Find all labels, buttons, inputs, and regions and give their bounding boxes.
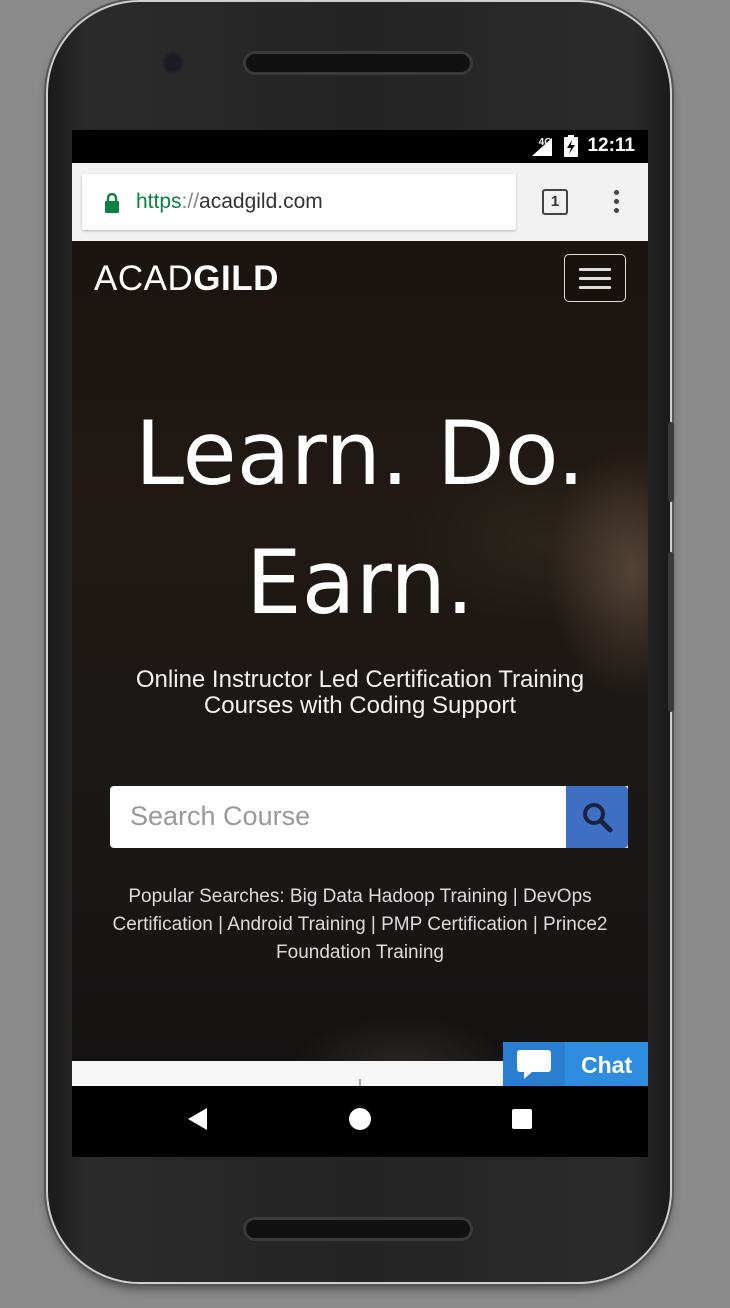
hero-headline: Learn. Do. Earn. xyxy=(72,389,648,647)
url-text[interactable]: https://acadgild.com xyxy=(136,190,323,214)
phone-screen: 4G 12:11 https://acadgild.com 1 ACADGILD… xyxy=(72,130,648,1157)
battery-icon xyxy=(564,135,578,157)
home-icon[interactable] xyxy=(349,1108,371,1130)
hamburger-icon[interactable] xyxy=(564,254,626,302)
search-input[interactable] xyxy=(128,800,552,833)
status-time: 12:11 xyxy=(587,135,635,156)
url-separator: :// xyxy=(181,190,200,213)
url-host: acadgild.com xyxy=(199,190,323,213)
status-bar: 4G 12:11 xyxy=(72,130,648,163)
front-camera xyxy=(162,52,184,74)
headline-line-1: Learn. Do. xyxy=(135,402,585,505)
recents-icon[interactable] xyxy=(512,1109,532,1129)
tabs-icon[interactable]: 1 xyxy=(542,189,568,215)
hero-subheadline: Online Instructor Led Certification Trai… xyxy=(135,666,585,719)
chat-bubble-icon xyxy=(503,1042,565,1086)
search-icon xyxy=(583,803,613,833)
chat-button[interactable]: Chat xyxy=(503,1042,648,1086)
search-button[interactable] xyxy=(566,786,628,848)
search-box xyxy=(110,786,628,848)
overflow-menu-icon[interactable] xyxy=(608,187,624,219)
popular-searches: Popular Searches: Big Data Hadoop Traini… xyxy=(112,886,608,963)
address-bar[interactable]: https://acadgild.com xyxy=(82,174,516,230)
browser-toolbar: https://acadgild.com 1 xyxy=(72,163,648,241)
chat-label: Chat xyxy=(581,1052,633,1078)
power-button xyxy=(668,422,674,502)
site-logo[interactable]: ACADGILD xyxy=(94,259,279,299)
signal-icon xyxy=(532,138,552,156)
hero-section: ACADGILD Learn. Do. Earn. Online Instruc… xyxy=(72,241,648,1061)
headline-line-2: Earn. xyxy=(246,531,474,634)
lock-icon xyxy=(105,193,119,213)
top-speaker xyxy=(246,54,470,72)
bottom-speaker xyxy=(246,1220,470,1238)
volume-button xyxy=(668,552,674,712)
android-nav-bar xyxy=(72,1086,648,1157)
url-scheme: https xyxy=(136,190,182,213)
back-icon[interactable] xyxy=(188,1108,207,1130)
